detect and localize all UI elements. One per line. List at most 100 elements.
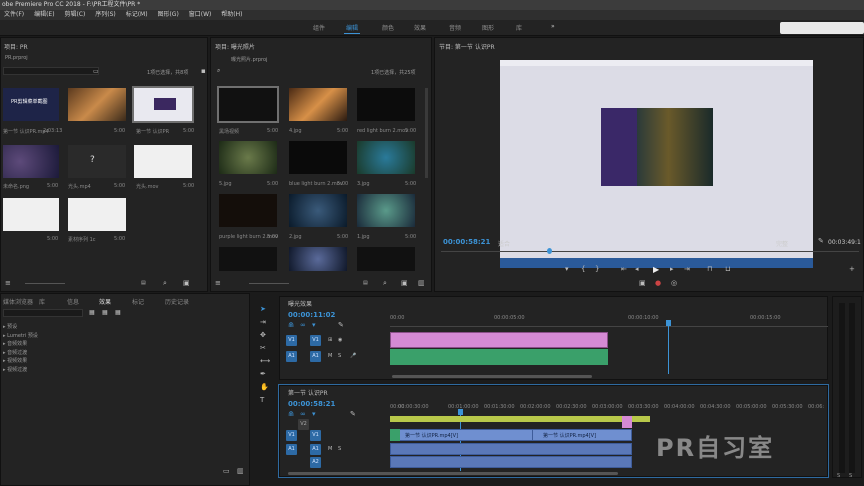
a1-track-target[interactable]: A1 (310, 444, 321, 455)
mid-thumb-2[interactable] (289, 88, 347, 121)
add-marker-icon[interactable]: ▾ (312, 411, 316, 418)
tab-info[interactable]: 信息 (67, 297, 79, 306)
timeline-zoom-bar[interactable] (284, 472, 824, 475)
solo-right[interactable]: S (849, 473, 852, 479)
tab-media-browser[interactable]: 媒体浏览器 (3, 297, 33, 306)
settings-wrench-icon[interactable]: ✎ (338, 322, 344, 329)
marker-icon[interactable]: ▾ (565, 266, 569, 273)
menu-file[interactable]: 文件(F) (4, 11, 24, 18)
workspace-libraries[interactable]: 库 (516, 23, 522, 32)
find-icon[interactable]: ⌕ (383, 280, 387, 287)
timeline-timecode[interactable]: 00:00:11:02 (288, 311, 335, 319)
timeline-ruler[interactable]: 00:00 00:00:30:00 00:01:00:00 00:01:30:0… (390, 404, 830, 414)
workspace-audio[interactable]: 音频 (449, 23, 461, 32)
mute-icon[interactable]: M (328, 353, 332, 360)
folder-video-transitions[interactable]: ▸ 视频过渡 (3, 366, 38, 375)
a1-track-target[interactable]: A1 (310, 351, 321, 362)
step-back-icon[interactable]: ◂ (635, 266, 639, 273)
a1-clip[interactable] (390, 443, 632, 455)
linked-icon[interactable]: ∞ (300, 411, 306, 418)
clip-thumb-3-selected[interactable] (132, 86, 194, 123)
mid-thumb-4[interactable] (219, 141, 277, 174)
effects-search-input[interactable] (3, 309, 83, 317)
slip-tool-icon[interactable]: ⟷ (260, 358, 270, 365)
folder-lumetri[interactable]: ▸ Lumetri 预设 (3, 332, 38, 341)
eye-icon[interactable]: ◉ (338, 337, 342, 344)
workspace-effects[interactable]: 效果 (414, 23, 426, 32)
mid-thumb-12[interactable] (357, 247, 415, 271)
scrollbar[interactable] (425, 88, 428, 178)
trash-icon[interactable]: ▥ (237, 468, 244, 475)
quality-dropdown[interactable]: 完整 (776, 239, 788, 248)
folder-presets[interactable]: ▸ 预设 (3, 323, 38, 332)
workspace-color[interactable]: 颜色 (382, 23, 394, 32)
clip-thumb-2[interactable] (68, 88, 126, 121)
v2-clip[interactable] (622, 416, 632, 428)
record-icon[interactable]: ● (655, 280, 661, 287)
v1-track-target[interactable]: V1 (310, 335, 321, 346)
tab-history[interactable]: 历史记录 (165, 297, 189, 306)
tab-effects[interactable]: 效果 (99, 297, 111, 306)
workspace-more-button[interactable]: » (551, 23, 555, 30)
project-tab[interactable]: 项目: PR (4, 42, 28, 51)
playhead-marker[interactable] (547, 248, 552, 254)
a2-clip[interactable] (390, 456, 632, 468)
automate-icon[interactable]: ▤ (363, 280, 368, 287)
timeline-tab[interactable]: 曝光效果 (288, 299, 312, 308)
menu-sequence[interactable]: 序列(S) (95, 11, 116, 18)
program-ruler[interactable] (441, 251, 859, 252)
add-button-icon[interactable]: + (849, 266, 855, 273)
automate-icon[interactable]: ▤ (141, 280, 146, 287)
snap-icon[interactable]: ⋒ (288, 322, 294, 329)
a1-source-toggle[interactable]: A1 (286, 351, 297, 362)
camera-icon[interactable]: ◎ (671, 280, 677, 287)
trash-icon[interactable]: ▥ (418, 280, 425, 287)
timeline-timecode[interactable]: 00:00:58:21 (288, 400, 335, 408)
timeline-zoom-bar[interactable] (390, 375, 830, 378)
mid-thumb-5[interactable] (289, 141, 347, 174)
export-frame-icon[interactable]: ▣ (639, 280, 646, 287)
v1-clip-1[interactable]: 第一节 认识PR.mp4[V] (390, 429, 540, 441)
selection-tool-icon[interactable]: ➤ (260, 306, 266, 313)
tab-markers[interactable]: 标记 (132, 297, 144, 306)
menu-window[interactable]: 窗口(W) (189, 11, 212, 18)
ripple-edit-icon[interactable]: ✥ (260, 332, 266, 339)
menu-marker[interactable]: 标记(M) (126, 11, 148, 18)
menu-help[interactable]: 帮助(H) (221, 11, 242, 18)
project-tab[interactable]: 项目: 曝光照片 (215, 42, 255, 51)
program-tab[interactable]: 节目: 第一节 认识PR (439, 42, 495, 51)
mute-icon[interactable]: M (328, 446, 332, 453)
menu-clip[interactable]: 剪辑(C) (64, 11, 85, 18)
menu-graphics[interactable]: 图形(G) (157, 11, 178, 18)
yuv-icon[interactable]: ▦ (115, 309, 121, 316)
tab-libraries[interactable]: 库 (39, 297, 45, 306)
mark-in-icon[interactable]: { (581, 266, 585, 273)
timeline-tab[interactable]: 第一节 认识PR (288, 388, 328, 397)
v1-source-toggle[interactable]: V1 (286, 430, 297, 441)
mid-thumb-1[interactable] (217, 86, 279, 123)
workspace-graphics[interactable]: 图形 (482, 23, 494, 32)
snap-icon[interactable]: ⋒ (288, 411, 294, 418)
clip-thumb-5[interactable]: ? (68, 145, 126, 178)
v1-clip-group[interactable] (390, 332, 608, 348)
v1-clip-lead[interactable] (390, 429, 400, 441)
solo-icon[interactable]: S (338, 353, 341, 360)
mid-thumb-10[interactable] (219, 247, 277, 271)
lift-icon[interactable]: ⊓ (707, 266, 712, 273)
a2-track-target[interactable]: A2 (310, 457, 321, 468)
bin-icon[interactable]: ▭ (93, 68, 99, 75)
fit-dropdown[interactable]: 适合 (498, 239, 510, 248)
mid-thumb-3[interactable] (357, 88, 415, 121)
clip-thumb-6[interactable] (134, 145, 192, 178)
workspace-assembly[interactable]: 组件 (313, 23, 325, 32)
go-to-out-icon[interactable]: ⇥ (684, 266, 690, 273)
solo-icon[interactable]: S (338, 446, 341, 453)
search-input[interactable] (3, 67, 99, 75)
mid-thumb-7[interactable] (219, 194, 277, 227)
new-item-icon[interactable]: ▣ (183, 280, 190, 287)
accelerated-icon[interactable]: ▦ (89, 309, 95, 316)
a1-source-toggle[interactable]: A1 (286, 444, 297, 455)
go-to-in-icon[interactable]: ⇤ (621, 266, 627, 273)
mid-thumb-9[interactable] (357, 194, 415, 227)
folder-audio-transitions[interactable]: ▸ 音频过渡 (3, 349, 38, 358)
